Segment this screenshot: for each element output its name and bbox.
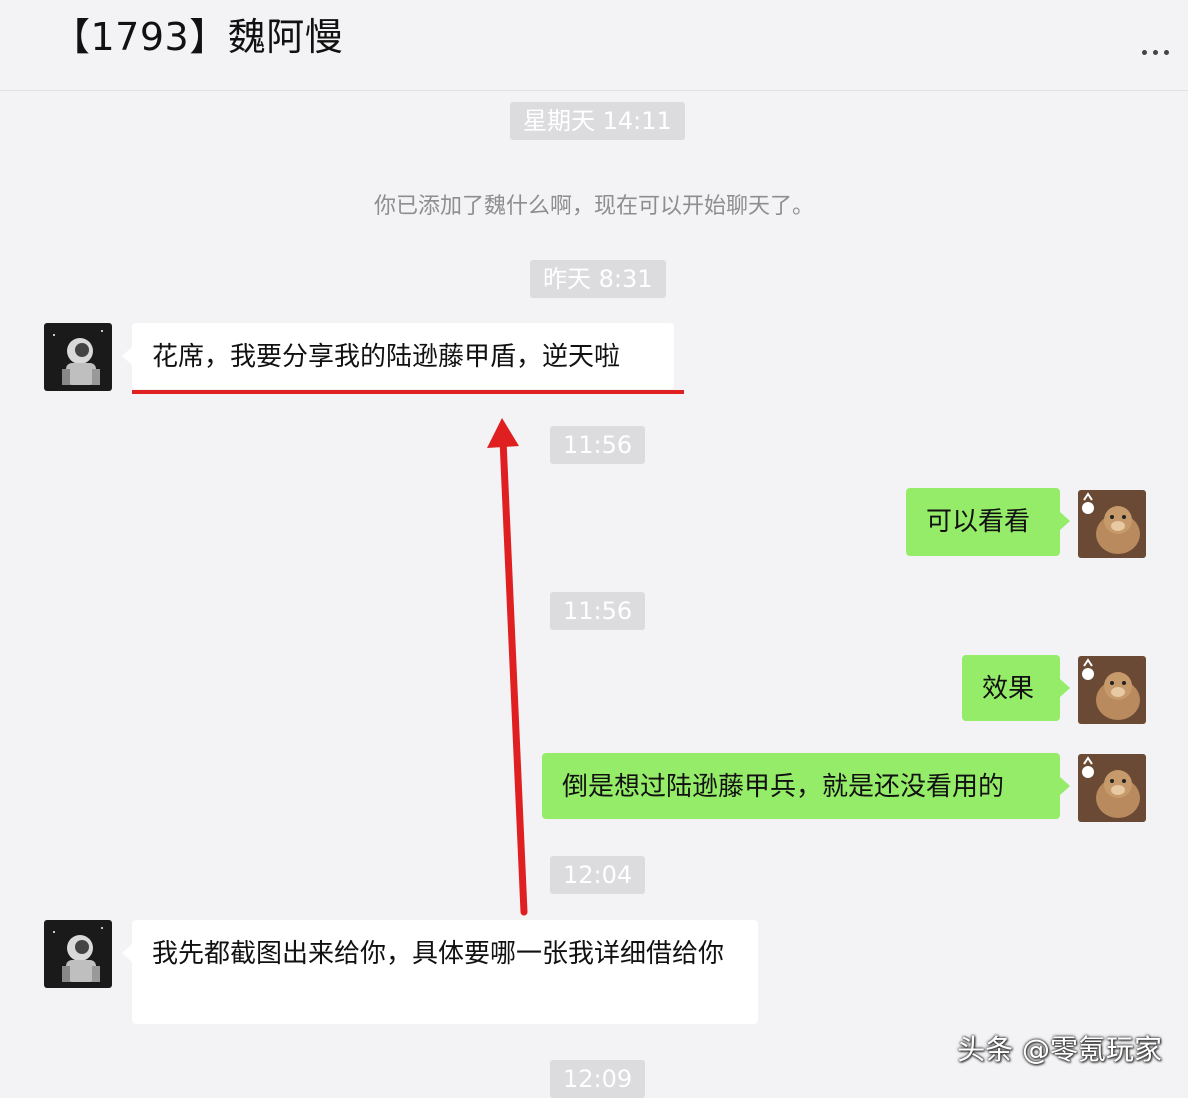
- contact-avatar[interactable]: [44, 920, 112, 988]
- message-bubble-received[interactable]: 我先都截图出来给你，具体要哪一张我详细借给你: [122, 920, 758, 1024]
- timestamp: 11:56: [550, 426, 646, 464]
- timestamp: 星期天 14:11: [510, 102, 685, 140]
- contact-avatar[interactable]: [44, 323, 112, 391]
- timestamp: 昨天 8:31: [530, 260, 666, 298]
- chat-header: 【1793】魏阿慢: [0, 0, 1188, 91]
- more-dots-icon[interactable]: [1142, 44, 1182, 60]
- red-underline-annotation: [132, 390, 684, 394]
- watermark: 头条 @零氪玩家: [957, 1033, 1162, 1066]
- chat-title: 【1793】魏阿慢: [52, 15, 344, 59]
- system-message: 你已添加了魏什么啊，现在可以开始聊天了。: [373, 194, 814, 219]
- message-bubble-received[interactable]: 花席，我要分享我的陆逊藤甲盾，逆天啦: [122, 323, 674, 389]
- message-bubble-sent[interactable]: 倒是想过陆逊藤甲兵，就是还没看用的: [542, 753, 1070, 819]
- user-avatar[interactable]: [1078, 656, 1146, 724]
- message-bubble-sent[interactable]: 效果: [962, 655, 1070, 721]
- timestamp: 12:09: [550, 1060, 646, 1098]
- message-bubble-sent[interactable]: 可以看看: [906, 488, 1070, 556]
- user-avatar[interactable]: [1078, 490, 1146, 558]
- timestamp: 11:56: [550, 592, 646, 630]
- user-avatar[interactable]: [1078, 754, 1146, 822]
- timestamp: 12:04: [550, 856, 646, 894]
